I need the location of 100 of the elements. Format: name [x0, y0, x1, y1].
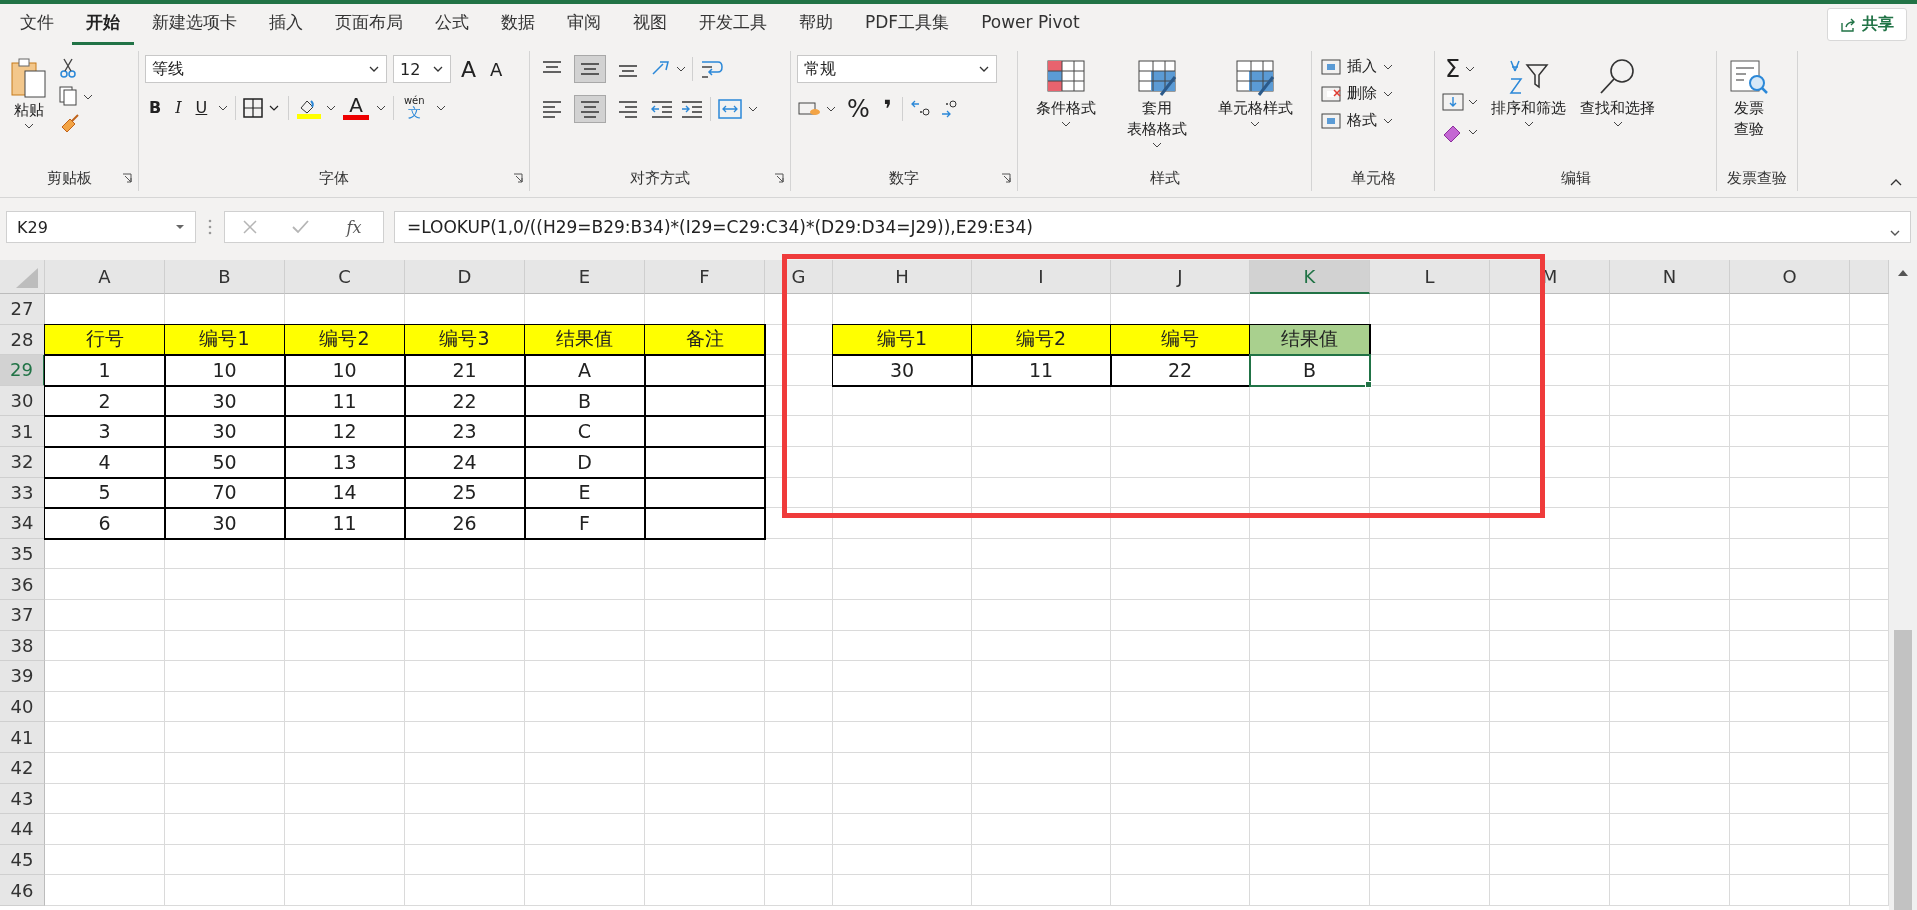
vertical-scrollbar[interactable]: [1889, 260, 1917, 910]
table-cell: 30: [165, 416, 285, 447]
autosum-button[interactable]: Σ: [1441, 55, 1481, 83]
row-header[interactable]: 43: [0, 783, 45, 815]
row-header[interactable]: 41: [0, 722, 45, 753]
ribbon-tab[interactable]: 文件: [6, 4, 68, 45]
formula-input[interactable]: =LOOKUP(1,0/((H29=B29:B34)*(I29=C29:C34)*(D29:D34=J29)),E29:E34): [394, 211, 1911, 243]
dialog-launcher-icon[interactable]: [1001, 173, 1011, 183]
column-header[interactable]: K: [1250, 260, 1370, 294]
row-header[interactable]: 46: [0, 875, 45, 906]
ribbon-tab[interactable]: 新建选项卡: [138, 4, 251, 45]
cell-grid-icon: [1320, 84, 1342, 103]
column-header[interactable]: F: [645, 260, 765, 294]
row-header[interactable]: 38: [0, 630, 45, 662]
horizontal-align-button[interactable]: [574, 95, 606, 123]
percent-button[interactable]: %: [843, 95, 874, 123]
caret-icon: [432, 65, 444, 73]
style-button[interactable]: 套用 表格格式: [1123, 55, 1191, 151]
row-header[interactable]: 34: [0, 508, 45, 539]
ribbon-tab[interactable]: Power Pivot: [967, 6, 1094, 43]
style-button[interactable]: 条件格式: [1032, 55, 1101, 130]
table-cell: 编号2: [972, 324, 1111, 356]
column-header[interactable]: I: [972, 260, 1111, 294]
cell-grid-icon: [1320, 57, 1342, 76]
column-header[interactable]: B: [165, 260, 285, 294]
paste-button[interactable]: 粘贴: [6, 55, 52, 132]
insert-function-button[interactable]: fx: [340, 216, 368, 238]
grow-font-button[interactable]: A: [457, 56, 481, 82]
dialog-launcher-icon[interactable]: [774, 173, 784, 183]
row-header[interactable]: 40: [0, 691, 45, 723]
row-header[interactable]: 42: [0, 752, 45, 784]
table-cell: 1: [45, 355, 165, 386]
column-header[interactable]: N: [1610, 260, 1730, 294]
scissors-icon[interactable]: [58, 57, 78, 79]
row-header[interactable]: 36: [0, 569, 45, 600]
more-options-icon: [206, 217, 214, 237]
invoice-check-button[interactable]: 发票 查验: [1723, 55, 1775, 141]
row-header[interactable]: 44: [0, 814, 45, 845]
font-name-dropdown[interactable]: 等线: [145, 55, 387, 83]
ribbon-tab[interactable]: 帮助: [785, 4, 847, 45]
ribbon-tab[interactable]: 数据: [487, 4, 549, 45]
table-cell: 70: [165, 477, 285, 509]
row-header[interactable]: 35: [0, 538, 45, 570]
column-header[interactable]: A: [45, 260, 165, 294]
column-header[interactable]: E: [525, 260, 645, 294]
cells-command-button[interactable]: 删除: [1318, 82, 1396, 105]
style-button[interactable]: 单元格样式: [1213, 55, 1297, 130]
share-button[interactable]: 共享: [1827, 8, 1907, 41]
caret-icon: [1611, 119, 1624, 128]
column-header[interactable]: D: [405, 260, 525, 294]
phonetic-button[interactable]: wén 文: [399, 96, 429, 119]
cells-command-button[interactable]: 格式: [1318, 109, 1396, 132]
row-header[interactable]: 39: [0, 661, 45, 692]
column-header[interactable]: O: [1730, 260, 1850, 294]
column-header[interactable]: L: [1370, 260, 1490, 294]
vertical-align-button[interactable]: [574, 55, 606, 83]
column-header[interactable]: C: [285, 260, 405, 294]
shrink-font-button[interactable]: A: [486, 58, 507, 80]
font-size-dropdown[interactable]: 12: [393, 55, 451, 83]
empty-cell: [765, 661, 833, 692]
font-style-button[interactable]: U: [191, 98, 212, 117]
number-format-dropdown[interactable]: 常规: [797, 55, 997, 83]
ribbon-tab[interactable]: 插入: [255, 4, 317, 45]
dialog-launcher-icon[interactable]: [122, 173, 132, 183]
editing-button[interactable]: 排序和筛选: [1487, 55, 1570, 130]
ribbon-tab[interactable]: 页面布局: [321, 4, 417, 45]
column-header[interactable]: J: [1111, 260, 1250, 294]
row-header[interactable]: 31: [0, 416, 45, 447]
column-header[interactable]: H: [833, 260, 972, 294]
comma-style-button[interactable]: ❜: [879, 95, 897, 123]
share-icon: [1840, 16, 1856, 33]
table-cell: 30: [165, 385, 285, 417]
row-header[interactable]: 37: [0, 599, 45, 631]
editing-button[interactable]: 查找和选择: [1576, 55, 1659, 130]
column-header[interactable]: G: [765, 260, 833, 294]
ribbon-tab[interactable]: 审阅: [553, 4, 615, 45]
ribbon-tab[interactable]: 公式: [421, 4, 483, 45]
increase-indent-icon[interactable]: [680, 99, 704, 119]
cells-command-button[interactable]: 插入: [1318, 55, 1396, 78]
row-header[interactable]: 29: [0, 355, 45, 386]
font-style-button[interactable]: I: [171, 98, 186, 117]
font-color-button[interactable]: A: [343, 95, 369, 120]
font-style-button[interactable]: B: [145, 98, 166, 117]
decrease-indent-icon[interactable]: [650, 99, 674, 119]
ribbon-tab[interactable]: PDF工具集: [851, 4, 964, 45]
empty-cell: [765, 875, 833, 906]
table-cell: 结果值: [525, 324, 645, 356]
name-box[interactable]: K29: [6, 211, 196, 243]
collapse-ribbon-icon[interactable]: [1889, 177, 1903, 187]
ribbon-tab[interactable]: 开发工具: [685, 4, 781, 45]
ribbon-tab[interactable]: 开始: [72, 4, 134, 45]
row-header[interactable]: 27: [0, 294, 45, 325]
caret-icon: [1249, 119, 1262, 128]
row-header[interactable]: 45: [0, 844, 45, 876]
ribbon-tab[interactable]: 视图: [619, 4, 681, 45]
copy-icon[interactable]: [58, 85, 94, 107]
check-icon[interactable]: [289, 218, 310, 236]
dialog-launcher-icon[interactable]: [513, 173, 523, 183]
caret-icon[interactable]: [1889, 229, 1901, 237]
scrollbar-thumb[interactable]: [1894, 630, 1912, 910]
